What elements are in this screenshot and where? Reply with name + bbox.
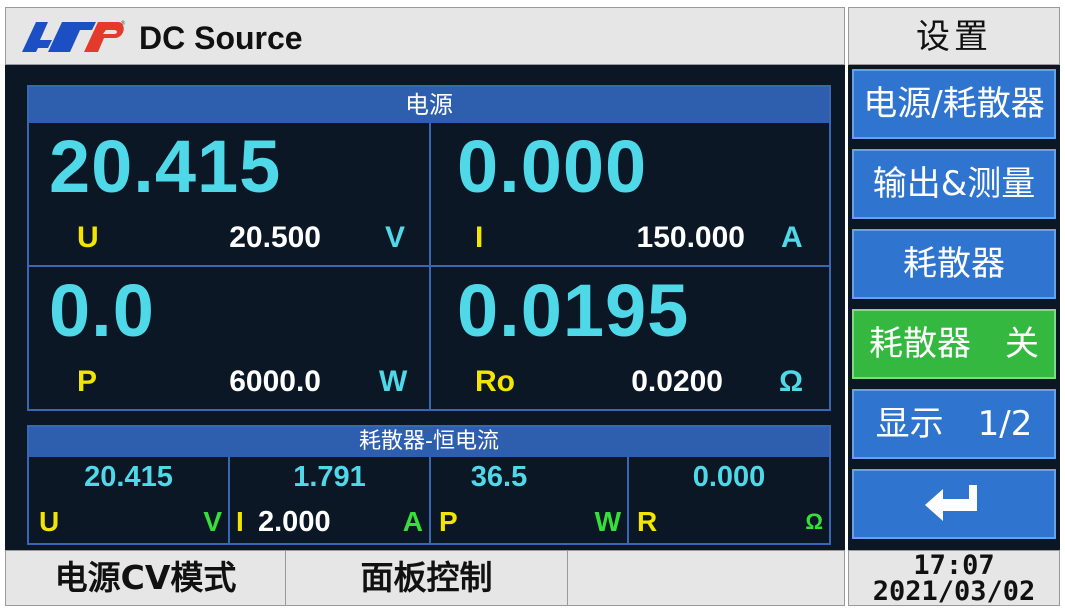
return-button[interactable] (852, 469, 1056, 539)
voltage-unit: V (385, 221, 406, 254)
control-status: 面板控制 (286, 551, 568, 605)
main-display: 电源 20.415 U 20.500 V 0.000 I 150.000 A 0… (5, 65, 845, 550)
voltage-setpoint: 20.500 (229, 221, 321, 254)
svg-text:®: ® (120, 20, 126, 27)
sink-current-unit: A (402, 506, 423, 537)
sink-power-cell: 36.5 P W (431, 457, 629, 543)
power-unit: W (379, 365, 408, 398)
voltage-label: U (77, 221, 99, 254)
current-unit: A (781, 221, 803, 254)
sink-voltage-unit: V (203, 506, 222, 537)
instrument-screen: ® DC Source 设置 电源 20.415 U 20.500 V 0.00… (0, 0, 1065, 610)
current-readout: 0.000 (457, 125, 648, 208)
sink-current-setpoint: 2.000 (258, 506, 331, 538)
status-bar: 电源CV模式 面板控制 (5, 550, 845, 606)
sink-current-value: 1.791 (293, 461, 366, 493)
current-cell[interactable]: 0.000 I 150.000 A (431, 123, 829, 267)
sink-panel: 耗散器-恒电流 20.415 U V 1.791 I 2.000 A 36.5 … (27, 425, 831, 545)
app-title: DC Source (139, 20, 303, 56)
settings-title: 设置 (848, 7, 1060, 65)
sink-power-label: P (439, 506, 458, 537)
status-empty (568, 551, 844, 605)
resistance-unit: Ω (779, 365, 804, 398)
sink-voltage-cell: 20.415 U V (29, 457, 230, 543)
sink-button[interactable]: 耗散器 (852, 229, 1056, 299)
title-bar: ® DC Source (5, 7, 845, 65)
voltage-readout: 20.415 (49, 125, 282, 208)
sink-resistance-unit: Ω (805, 509, 823, 534)
clock: 17:07 2021/03/02 (848, 550, 1060, 606)
source-panel: 电源 20.415 U 20.500 V 0.000 I 150.000 A 0… (27, 85, 831, 411)
resistance-cell[interactable]: 0.0195 Ro 0.0200 Ω (431, 267, 829, 409)
power-setpoint: 6000.0 (229, 365, 321, 398)
atp-logo-icon: ® (22, 20, 126, 52)
sink-resistance-label: R (637, 506, 658, 537)
sink-power-unit: W (594, 506, 621, 537)
resistance-setpoint: 0.0200 (631, 365, 723, 398)
source-panel-title: 电源 (29, 87, 829, 123)
power-cell[interactable]: 0.0 P 6000.0 W (29, 267, 431, 409)
sink-voltage-value: 20.415 (84, 461, 173, 493)
softkey-column: 电源/耗散器 输出&测量 耗散器 耗散器 关 显示 1/2 (848, 65, 1060, 550)
sink-toggle-button[interactable]: 耗散器 关 (852, 309, 1056, 379)
sink-power-value: 36.5 (470, 461, 528, 493)
resistance-label: Ro (475, 365, 515, 398)
sink-resistance-value: 0.000 (692, 461, 766, 493)
display-page-button[interactable]: 显示 1/2 (852, 389, 1056, 459)
power-label: P (77, 365, 98, 398)
sink-voltage-label: U (39, 506, 60, 537)
voltage-cell[interactable]: 20.415 U 20.500 V (29, 123, 431, 267)
mode-status: 电源CV模式 (6, 551, 286, 605)
current-setpoint: 150.000 (636, 221, 745, 254)
source-sink-button[interactable]: 电源/耗散器 (852, 69, 1056, 139)
current-label: I (475, 221, 484, 254)
sink-resistance-cell: 0.000 R Ω (629, 457, 829, 543)
output-measure-button[interactable]: 输出&测量 (852, 149, 1056, 219)
power-readout: 0.0 (49, 269, 155, 352)
sink-current-label: I (236, 506, 244, 537)
sink-panel-title: 耗散器-恒电流 (29, 427, 829, 457)
resistance-readout: 0.0195 (457, 269, 690, 352)
clock-date: 2021/03/02 (872, 576, 1036, 607)
sink-current-cell: 1.791 I 2.000 A (230, 457, 431, 543)
return-arrow-icon (925, 485, 977, 521)
